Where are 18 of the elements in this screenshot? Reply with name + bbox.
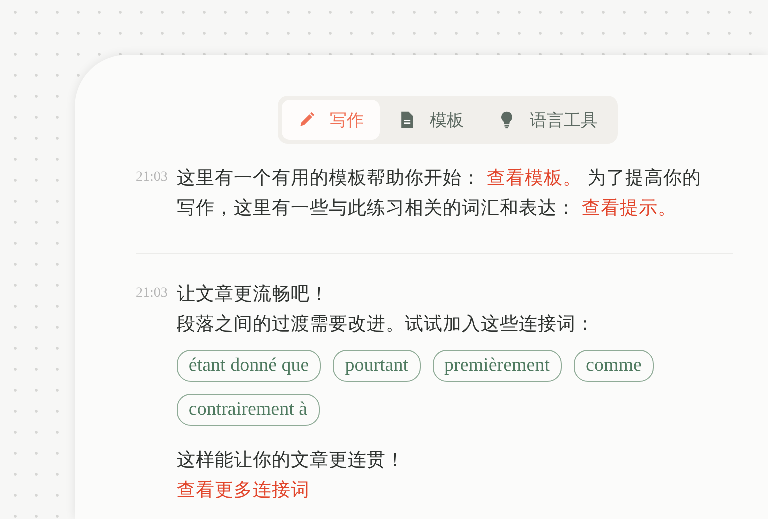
- tab[interactable]: 模板: [382, 100, 480, 140]
- link[interactable]: 查看更多连接词: [176, 476, 310, 506]
- message-text: 让文章更流畅吧！: [176, 283, 330, 307]
- word-chip[interactable]: premièrement: [432, 350, 562, 382]
- word-chip[interactable]: comme: [574, 350, 654, 382]
- timestamp: 21:03: [136, 169, 168, 187]
- word-chip[interactable]: étant donné que: [176, 350, 322, 382]
- timestamp: 21:03: [136, 285, 168, 303]
- word-chip[interactable]: contrairement à: [176, 394, 320, 426]
- message-text: 这样能让你的文章更连贯！: [176, 449, 406, 473]
- pencil-icon: [298, 111, 316, 129]
- word-chip[interactable]: pourtant: [333, 350, 421, 382]
- link[interactable]: 查看提示。: [582, 198, 677, 219]
- tab[interactable]: 语言工具: [482, 100, 614, 140]
- link[interactable]: 查看模板。: [486, 168, 582, 189]
- tab[interactable]: 写作: [282, 100, 380, 140]
- message-text: 段落之间的过渡需要改进。试试加入这些连接词：: [176, 313, 596, 337]
- message-text: 这里有一个有用的模板帮助你开始： 查看模板。 为了提高你的写作，这里有一些与此练习相关的词汇和表达： 查看提示。: [176, 167, 703, 221]
